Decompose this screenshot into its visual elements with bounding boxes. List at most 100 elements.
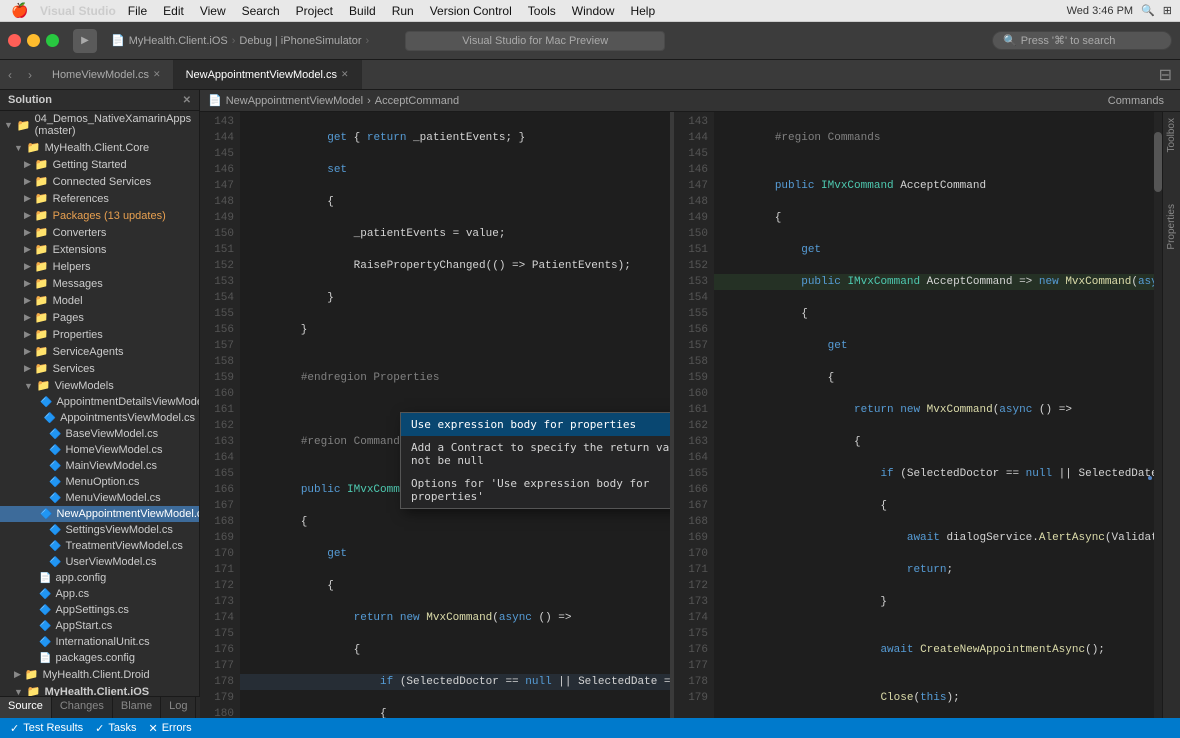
scrollbar-track[interactable] [1154, 112, 1162, 718]
tree-root[interactable]: ▼ 📁 04_Demos_NativeXamarinApps (master) [0, 111, 199, 139]
tab-source[interactable]: Source [0, 697, 52, 718]
autocomplete-item-0[interactable]: Use expression body for properties [401, 413, 670, 436]
tree-label: 04_Demos_NativeXamarinApps (master) [35, 113, 195, 137]
tab-newappointmentviewmodel[interactable]: NewAppointmentViewModel.cs ✕ [174, 60, 362, 89]
tree-model[interactable]: ▶ 📁 Model [0, 292, 199, 309]
right-code-container[interactable]: 143144145146147 148149150151152 15315415… [674, 112, 1162, 718]
tree-extensions[interactable]: ▶ 📁 Extensions [0, 241, 199, 258]
tree-packages[interactable]: ▶ 📁 Packages (13 updates) [0, 207, 199, 224]
test-results-item[interactable]: ✓ Test Results [10, 722, 83, 735]
autocomplete-item-2[interactable]: Options for 'Use expression body for pro… [401, 472, 670, 508]
tree-file-menuviewmodel[interactable]: 🔷 MenuViewModel.cs [0, 490, 199, 506]
tree-messages[interactable]: ▶ 📁 Messages [0, 275, 199, 292]
tree-client-core[interactable]: ▼ 📁 MyHealth.Client.Core [0, 139, 199, 156]
tree-file-appointmentdetails[interactable]: 🔷 AppointmentDetailsViewModel.cs [0, 394, 199, 410]
tree-label: HomeViewModel.cs [65, 444, 162, 456]
tree-getting-started[interactable]: ▶ 📁 Getting Started [0, 156, 199, 173]
menu-help[interactable]: Help [622, 0, 663, 22]
tree-file-menuoption[interactable]: 🔷 MenuOption.cs [0, 474, 199, 490]
tree-viewmodels[interactable]: ▼ 📁 ViewModels [0, 377, 199, 394]
file-icon: 🔷 [49, 429, 61, 440]
tree-helpers[interactable]: ▶ 📁 Helpers [0, 258, 199, 275]
file-icon: 🔷 [49, 477, 61, 488]
tree-file-homeviewmodel[interactable]: 🔷 HomeViewModel.cs [0, 442, 199, 458]
file-icon: 🔷 [39, 621, 51, 632]
folder-icon: 📁 [35, 243, 49, 256]
folder-icon: 📁 [35, 226, 49, 239]
expand-icon: ▶ [24, 193, 31, 204]
menu-project[interactable]: Project [288, 0, 341, 22]
expand-icon: ▶ [24, 278, 31, 289]
tab-next[interactable]: › [20, 60, 40, 89]
menubar-time: Wed 3:46 PM [1067, 5, 1133, 17]
tree-label: Extensions [53, 244, 107, 256]
search-icon: 🔍 [1003, 34, 1017, 47]
tab-prev[interactable]: ‹ [0, 60, 20, 89]
tree-file-appcs[interactable]: 🔷 App.cs [0, 586, 199, 602]
sidebar-close[interactable]: ✕ [183, 95, 191, 106]
menu-search[interactable]: Search [234, 0, 288, 22]
tree-label: InternationalUnit.cs [55, 636, 149, 648]
apple-menu[interactable]: 🍎 [0, 2, 40, 19]
run-button[interactable]: ▶ [73, 29, 97, 53]
scrollbar-thumb[interactable] [1154, 132, 1162, 192]
tab-changes[interactable]: Changes [52, 697, 113, 718]
tree-label: AppSettings.cs [55, 604, 128, 616]
properties-tab[interactable]: Properties [1163, 198, 1180, 256]
tree-label: Model [53, 295, 83, 307]
toolbar-search[interactable]: 🔍 Press '⌘' to search [992, 31, 1172, 50]
tree-file-appsettings[interactable]: 🔷 AppSettings.cs [0, 602, 199, 618]
minimize-button[interactable] [27, 34, 40, 47]
tab-homeviewmodel[interactable]: HomeViewModel.cs ✕ [40, 60, 174, 89]
tree-file-packages[interactable]: 📄 packages.config [0, 650, 199, 666]
tree-converters[interactable]: ▶ 📁 Converters [0, 224, 199, 241]
tree-pages[interactable]: ▶ 📁 Pages [0, 309, 199, 326]
menu-view[interactable]: View [192, 0, 234, 22]
tree-file-appointments[interactable]: 🔷 AppointmentsViewModel.cs [0, 410, 199, 426]
tab-close-1[interactable]: ✕ [341, 69, 349, 80]
tree-references[interactable]: ▶ 📁 References [0, 190, 199, 207]
close-button[interactable] [8, 34, 21, 47]
tree-serviceagents[interactable]: ▶ 📁 ServiceAgents [0, 343, 199, 360]
menu-tools[interactable]: Tools [520, 0, 564, 22]
tasks-item[interactable]: ✓ Tasks [95, 722, 136, 735]
split-editor-icon[interactable]: ⊟ [1159, 65, 1172, 85]
expand-icon: ▶ [24, 227, 31, 238]
errors-item[interactable]: ✕ Errors [148, 722, 191, 735]
tree-file-newappointment[interactable]: 🔷 NewAppointmentViewModel.cs [0, 506, 199, 522]
tree-file-userviewmodel[interactable]: 🔷 UserViewModel.cs [0, 554, 199, 570]
tree-file-settingsviewmodel[interactable]: 🔷 SettingsViewModel.cs [0, 522, 199, 538]
menu-file[interactable]: File [120, 0, 155, 22]
expand-icon: ▶ [24, 159, 31, 170]
tree-label: SettingsViewModel.cs [65, 524, 172, 536]
menu-run[interactable]: Run [384, 0, 422, 22]
autocomplete-item-1[interactable]: Add a Contract to specify the return val… [401, 436, 670, 472]
search-icon[interactable]: 🔍 [1141, 4, 1155, 17]
tree-label: MenuViewModel.cs [65, 492, 160, 504]
tree-file-treatmentviewmodel[interactable]: 🔷 TreatmentViewModel.cs [0, 538, 199, 554]
tab-close-0[interactable]: ✕ [153, 69, 161, 80]
toolbox-tab[interactable]: Toolbox [1163, 112, 1180, 158]
tree-services[interactable]: ▶ 📁 Services [0, 360, 199, 377]
menu-build[interactable]: Build [341, 0, 384, 22]
file-icon: 🔷 [39, 637, 51, 648]
maximize-button[interactable] [46, 34, 59, 47]
tree-file-appstart[interactable]: 🔷 AppStart.cs [0, 618, 199, 634]
tree-connected-services[interactable]: ▶ 📁 Connected Services [0, 173, 199, 190]
tree-file-appconfig[interactable]: 📄 app.config [0, 570, 199, 586]
tree-file-internationalunit[interactable]: 🔷 InternationalUnit.cs [0, 634, 199, 650]
menu-version-control[interactable]: Version Control [422, 0, 520, 22]
menu-edit[interactable]: Edit [155, 0, 192, 22]
menu-window[interactable]: Window [564, 0, 623, 22]
tab-blame[interactable]: Blame [113, 697, 161, 718]
tree-file-baseviewmodel[interactable]: 🔷 BaseViewModel.cs [0, 426, 199, 442]
tree-label: UserViewModel.cs [65, 556, 156, 568]
sidebar-title: Solution [8, 94, 52, 106]
folder-icon: 📁 [35, 345, 49, 358]
tab-log[interactable]: Log [161, 697, 196, 718]
tree-file-mainviewmodel[interactable]: 🔷 MainViewModel.cs [0, 458, 199, 474]
grid-icon[interactable]: ⊞ [1163, 4, 1172, 17]
tree-properties[interactable]: ▶ 📁 Properties [0, 326, 199, 343]
tree-droid[interactable]: ▶ 📁 MyHealth.Client.Droid [0, 666, 199, 683]
tree-label: Services [53, 363, 95, 375]
